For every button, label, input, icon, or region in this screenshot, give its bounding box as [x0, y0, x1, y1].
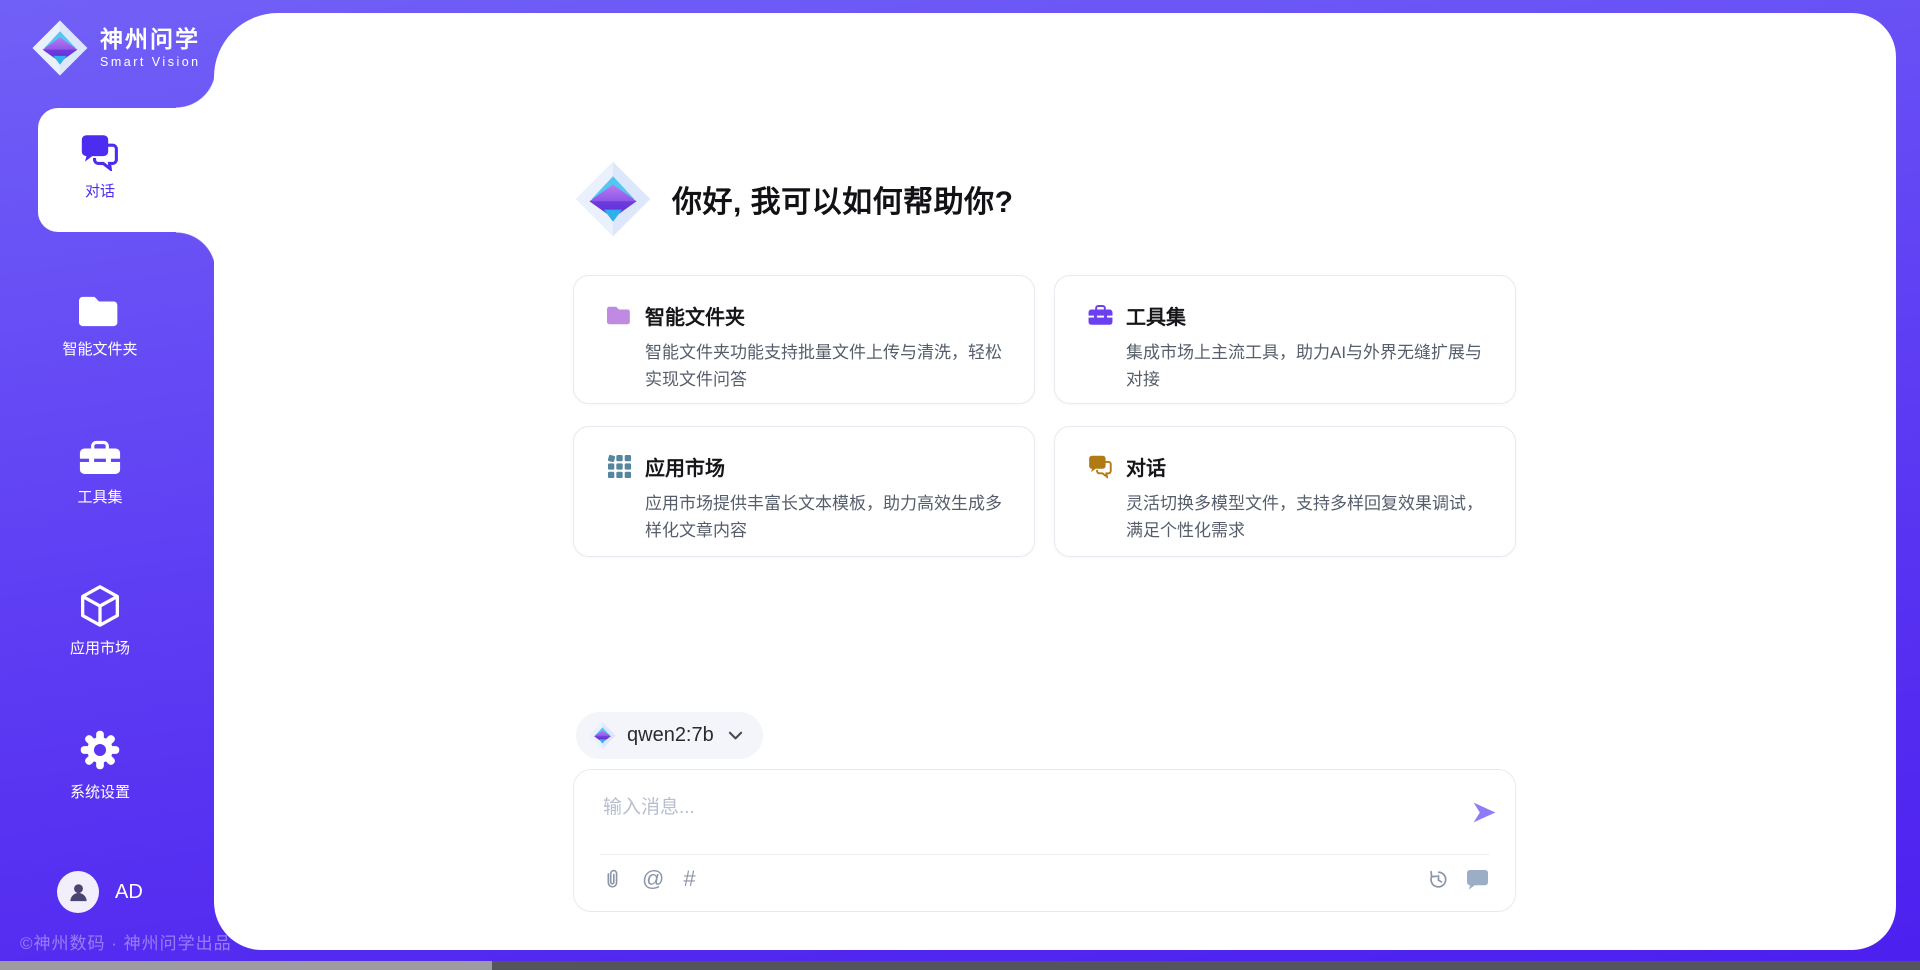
card-title: 应用市场 [645, 452, 725, 481]
card-app-market[interactable]: 应用市场 应用市场提供丰富长文本模板，助力高效生成多样化文章内容 [573, 426, 1035, 557]
copyright-footer: ©神州数码 · 神州问学出品 [20, 929, 232, 954]
toolbox-icon [79, 440, 121, 477]
greeting: 你好, 我可以如何帮助你? [575, 161, 1014, 237]
sidebar-item-chat[interactable]: 对话 [30, 134, 170, 201]
card-description: 应用市场提供丰富长文本模板，助力高效生成多样化文章内容 [645, 490, 1008, 544]
person-icon [67, 881, 90, 904]
composer-divider [600, 854, 1489, 855]
message-input[interactable] [601, 790, 1455, 850]
card-chat[interactable]: 对话 灵活切换多模型文件，支持多样回复效果调试，满足个性化需求 [1054, 426, 1516, 557]
app-window: 神州问学 Smart Vision 对话 智能文件夹 工具集 应用市场 系统设置… [0, 0, 1920, 970]
brand-subtitle: Smart Vision [100, 56, 201, 69]
chat-icon [1088, 454, 1113, 479]
card-toolset[interactable]: 工具集 集成市场上主流工具，助力AI与外界无缝扩展与对接 [1054, 275, 1516, 404]
horizontal-scrollbar[interactable] [0, 961, 1920, 970]
card-description: 灵活切换多模型文件，支持多样回复效果调试，满足个性化需求 [1126, 490, 1489, 544]
sidebar-item-app-market[interactable]: 应用市场 [30, 584, 170, 658]
sidebar-item-label: 对话 [85, 180, 115, 201]
send-icon [1471, 799, 1498, 826]
tab-fillet-bottom [176, 232, 216, 272]
composer-right-toolbar [1427, 868, 1489, 890]
assistant-diamond-icon [575, 161, 651, 237]
model-name: qwen2:7b [627, 724, 714, 747]
history-button[interactable] [1427, 868, 1449, 890]
folder-icon [607, 303, 632, 328]
sidebar-item-label: 应用市场 [70, 637, 130, 658]
sidebar-item-smart-folder[interactable]: 智能文件夹 [30, 294, 170, 359]
card-smart-folder[interactable]: 智能文件夹 智能文件夹功能支持批量文件上传与清洗，轻松实现文件问答 [573, 275, 1035, 404]
card-title: 智能文件夹 [645, 301, 745, 330]
gear-icon [78, 728, 122, 772]
paperclip-icon [601, 868, 623, 890]
user-initials: AD [115, 881, 143, 904]
composer-toolbar: @ # [601, 868, 696, 890]
brand-diamond-icon [32, 20, 88, 76]
mention-button[interactable]: @ [642, 868, 664, 890]
chevron-down-icon [728, 731, 743, 741]
sidebar-item-label: 工具集 [77, 486, 122, 507]
model-diamond-icon [589, 722, 616, 749]
conversation-button[interactable] [1466, 869, 1489, 890]
message-composer: @ # [573, 769, 1516, 912]
model-selector[interactable]: qwen2:7b [576, 712, 763, 759]
scrollbar-thumb[interactable] [0, 961, 492, 970]
chat-icon [80, 134, 120, 171]
feature-cards: 智能文件夹 智能文件夹功能支持批量文件上传与清洗，轻松实现文件问答 工具集 集成… [573, 275, 1516, 557]
greeting-text: 你好, 我可以如何帮助你? [672, 177, 1014, 221]
toolbox-icon [1088, 303, 1113, 328]
sidebar-item-toolset[interactable]: 工具集 [30, 440, 170, 507]
grid-icon [607, 454, 632, 479]
card-title: 对话 [1126, 452, 1166, 481]
brand-name: 神州问学 [100, 28, 201, 51]
sidebar-item-settings[interactable]: 系统设置 [30, 728, 170, 802]
send-button[interactable] [1471, 799, 1498, 826]
sidebar-item-label: 智能文件夹 [62, 338, 137, 359]
attach-file-button[interactable] [601, 868, 623, 890]
user-account[interactable]: AD [57, 871, 143, 913]
avatar [57, 871, 99, 913]
sidebar-item-label: 系统设置 [70, 781, 130, 802]
card-description: 集成市场上主流工具，助力AI与外界无缝扩展与对接 [1126, 339, 1489, 393]
hashtag-button[interactable]: # [683, 868, 695, 890]
cube-icon [79, 584, 121, 628]
history-clock-icon [1427, 868, 1449, 890]
folder-icon [79, 294, 121, 329]
chat-bubble-icon [1466, 869, 1489, 890]
brand-logo: 神州问学 Smart Vision [32, 20, 201, 76]
card-description: 智能文件夹功能支持批量文件上传与清洗，轻松实现文件问答 [645, 339, 1008, 393]
card-title: 工具集 [1126, 301, 1186, 330]
